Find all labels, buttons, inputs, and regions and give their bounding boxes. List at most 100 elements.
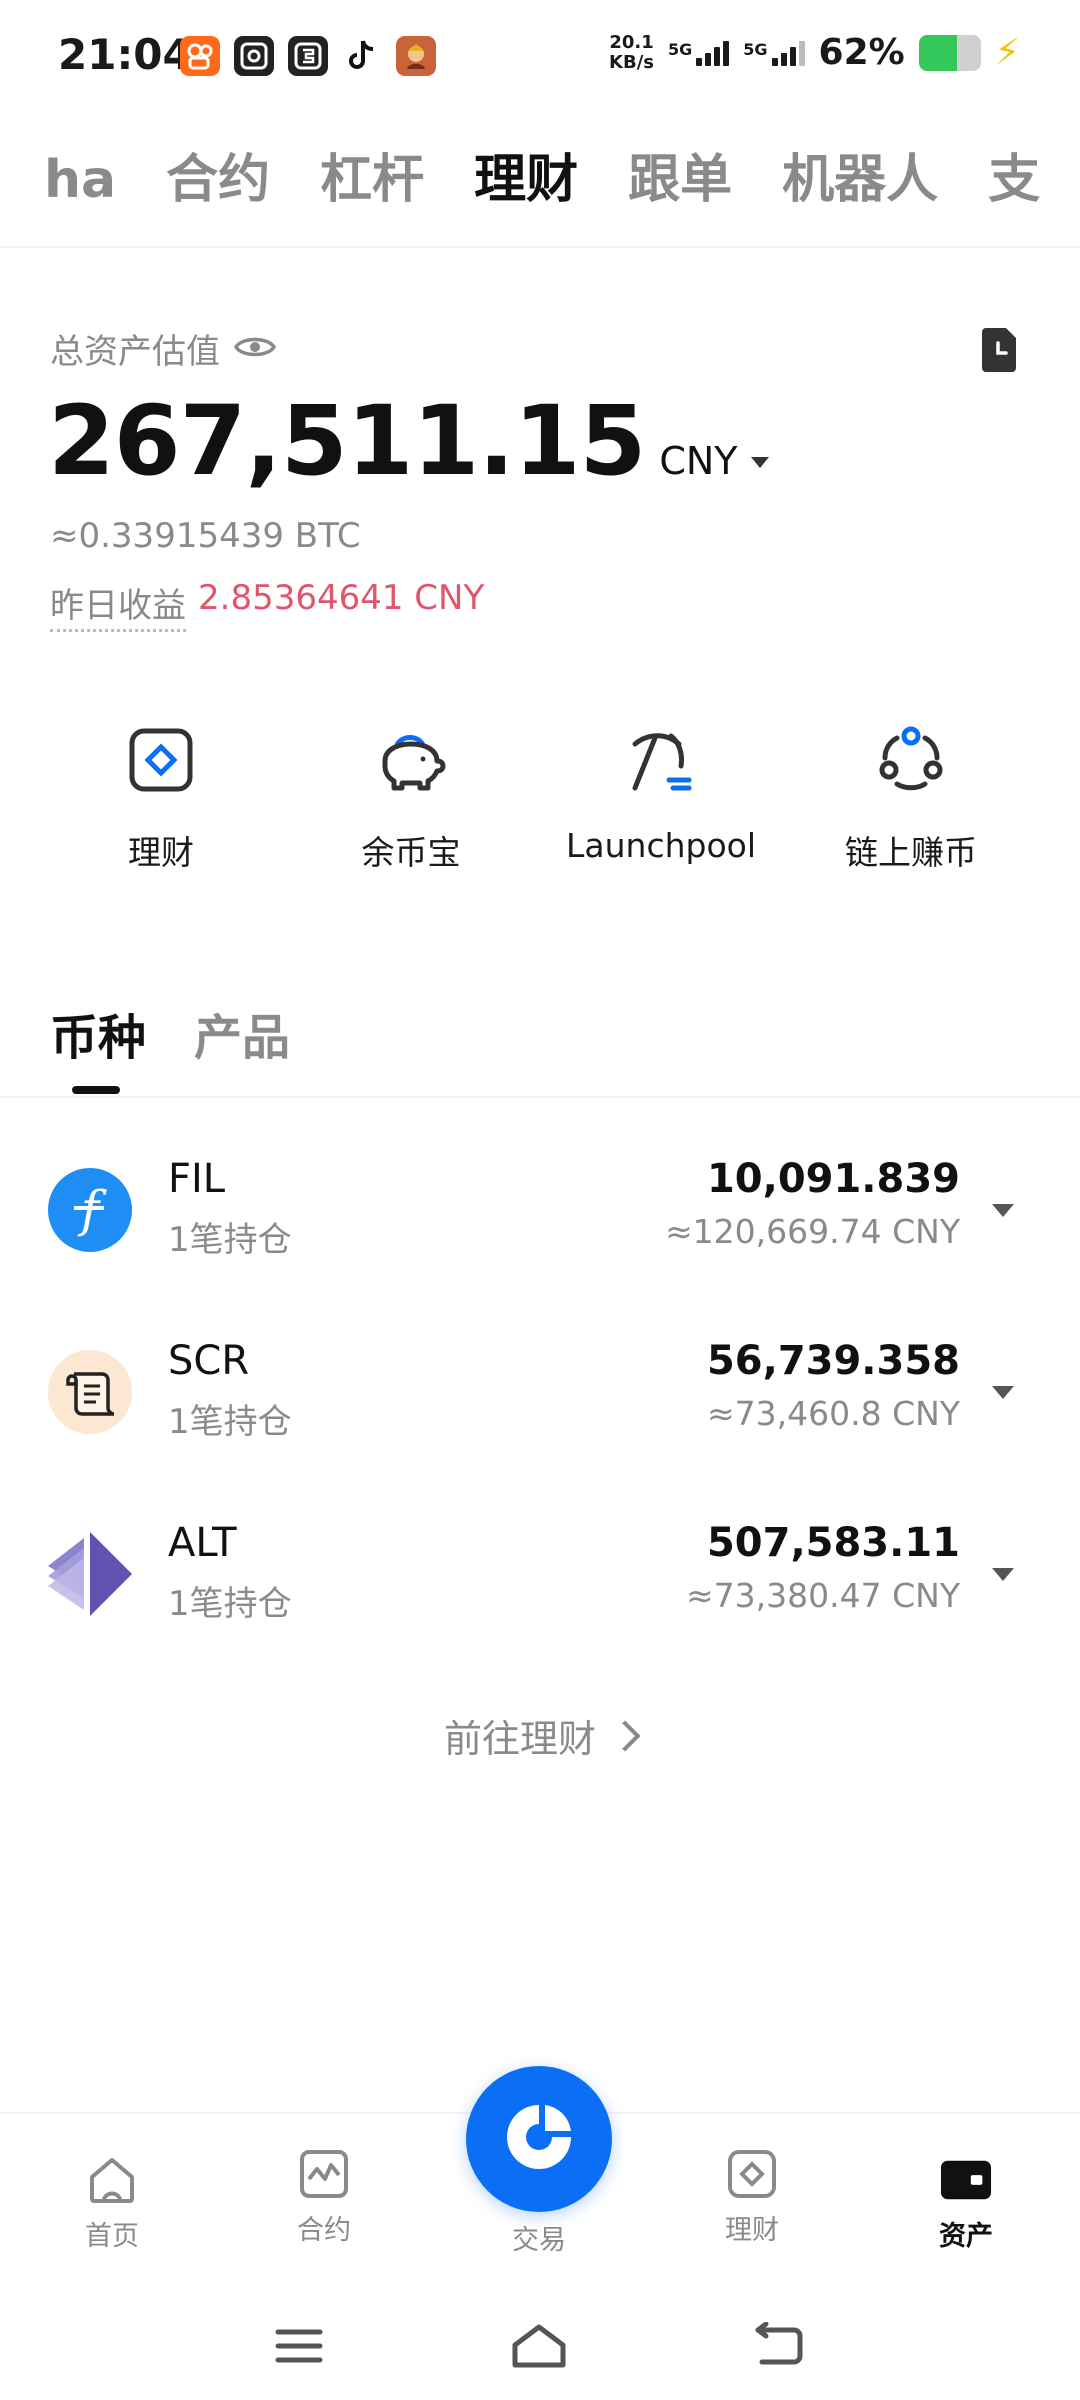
asset-value-row: 267,511.15 CNY (48, 385, 770, 497)
nav-futures[interactable]: 合约 (244, 2148, 404, 2247)
nav-label: 资产 (939, 2221, 993, 2252)
top-tab[interactable]: 杠杆 (320, 140, 424, 220)
trade-label: 交易 (512, 2225, 566, 2256)
quick-action-finance[interactable]: 理财 (36, 720, 286, 874)
coin-amount: 507,583.11 (706, 1520, 960, 1566)
holding-row-fil[interactable]: f FIL 1笔持仓 10,091.839 ≈120,669.74 CNY (0, 1156, 1080, 1286)
finance-icon (726, 2148, 778, 2200)
charging-bolt-icon: ⚡ (994, 32, 1020, 73)
goto-finance-link[interactable]: 前往理财 (0, 1708, 1080, 1763)
tab-products[interactable]: 产品 (194, 998, 290, 1068)
top-tab[interactable]: ha (44, 140, 116, 220)
system-nav-bar (0, 2290, 1080, 2400)
divider (0, 246, 1080, 248)
expand-caret-icon[interactable] (992, 1386, 1014, 1399)
browser-icon (234, 36, 274, 76)
top-tab[interactable]: 支 (988, 140, 1040, 220)
quick-action-label: 链上赚币 (845, 833, 977, 872)
coin-symbol: SCR (168, 1338, 250, 1384)
coin-value: ≈73,460.8 CNY (707, 1394, 960, 1433)
top-tab[interactable]: 机器人 (782, 140, 938, 220)
yesterday-earnings-row: 昨日收益 2.85364641 CNY (50, 578, 484, 632)
piggy-bank-icon (371, 720, 451, 800)
caret-down-icon (751, 457, 770, 468)
pickaxe-icon (621, 720, 701, 800)
holdings-tab-bar: 币种 产品 (50, 998, 290, 1068)
back-icon[interactable] (744, 2316, 814, 2376)
altlayer-coin-icon (48, 1532, 132, 1616)
quick-action-launchpool[interactable]: Launchpool (536, 720, 786, 874)
coin-amount: 10,091.839 (706, 1156, 960, 1202)
btc-equivalent: ≈0.33915439 BTC (50, 516, 361, 556)
eye-icon[interactable] (233, 334, 277, 364)
scroll-coin-icon (48, 1350, 132, 1434)
yesterday-earnings-label[interactable]: 昨日收益 (50, 578, 186, 632)
quick-actions: 理财 余币宝 Launchpool 链上赚币 (0, 720, 1080, 874)
trade-icon (499, 2097, 579, 2181)
coin-symbol: ALT (168, 1520, 237, 1566)
coin-symbol: FIL (168, 1156, 226, 1202)
quick-action-label: Launchpool (566, 826, 756, 865)
app-icon (288, 36, 328, 76)
asset-label-row: 总资产估值 (50, 324, 277, 373)
fil-coin-icon: f (48, 1168, 132, 1252)
menu-icon[interactable] (264, 2316, 334, 2376)
active-tab-indicator (72, 1086, 120, 1094)
top-tab-bar: ha 合约 杠杆 理财 跟单 机器人支 (0, 140, 1080, 246)
battery-percent: 62% (818, 32, 905, 73)
kuaishou-icon (180, 36, 220, 76)
history-record-icon[interactable] (978, 326, 1020, 374)
status-right: 20.1 KB/s 5G 5G 62% ⚡ (609, 32, 1020, 73)
total-asset-label: 总资产估值 (50, 332, 220, 372)
coin-positions: 1笔持仓 (168, 1402, 292, 1442)
futures-chart-icon (298, 2148, 350, 2200)
nav-home[interactable]: 首页 (32, 2154, 192, 2253)
currency-label: CNY (659, 439, 738, 483)
top-tabs-scroll[interactable]: ha 合约 杠杆 理财 跟单 机器人支 (44, 140, 1040, 220)
signal-bars-icon (696, 40, 730, 66)
signal-sim2: 5G (743, 39, 805, 66)
top-tab[interactable]: 合约 (166, 140, 270, 220)
status-time: 21:04 (58, 30, 192, 79)
nav-label: 理财 (725, 2215, 779, 2246)
nav-assets[interactable]: 资产 (886, 2154, 1046, 2253)
currency-selector[interactable]: CNY (659, 439, 770, 483)
coin-value: ≈120,669.74 CNY (665, 1212, 960, 1251)
nav-label: 合约 (297, 2215, 351, 2246)
finance-icon (121, 720, 201, 800)
game-icon (396, 36, 436, 76)
home-button-icon[interactable] (504, 2316, 574, 2376)
sim2-label: 5G (743, 39, 768, 59)
net-speed-unit: KB/s (609, 51, 655, 73)
top-tab[interactable]: 跟单 (628, 140, 732, 220)
quick-action-savings[interactable]: 余币宝 (286, 720, 536, 874)
net-speed-value: 20.1 (609, 31, 654, 53)
home-icon (86, 2154, 138, 2206)
quick-action-onchain-earn[interactable]: 链上赚币 (786, 720, 1036, 874)
quick-action-label: 理财 (128, 833, 194, 872)
net-speed: 20.1 KB/s (609, 31, 655, 73)
holding-row-scr[interactable]: SCR 1笔持仓 56,739.358 ≈73,460.8 CNY (0, 1338, 1080, 1468)
total-asset-value: 267,511.15 (48, 385, 646, 497)
signal-bars-icon (771, 40, 805, 66)
quick-action-label: 余币宝 (361, 833, 461, 872)
chevron-right-icon (609, 1719, 641, 1752)
coin-positions: 1笔持仓 (168, 1220, 292, 1260)
nav-label: 首页 (85, 2221, 139, 2252)
nav-finance[interactable]: 理财 (672, 2148, 832, 2247)
holding-row-alt[interactable]: ALT 1笔持仓 507,583.11 ≈73,380.47 CNY (0, 1520, 1080, 1650)
onchain-earn-icon (871, 720, 951, 800)
trade-button[interactable] (466, 2066, 612, 2212)
notification-icons (180, 36, 436, 76)
expand-caret-icon[interactable] (992, 1568, 1014, 1581)
divider (0, 1096, 1080, 1098)
top-tab[interactable]: 理财 (474, 140, 578, 220)
battery-icon (918, 34, 981, 71)
coin-positions: 1笔持仓 (168, 1584, 292, 1624)
coin-amount: 56,739.358 (706, 1338, 960, 1384)
wallet-icon (940, 2154, 992, 2206)
signal-sim1: 5G (668, 40, 730, 66)
expand-caret-icon[interactable] (992, 1204, 1014, 1217)
tab-coins[interactable]: 币种 (50, 998, 146, 1068)
goto-finance-label: 前往理财 (443, 1717, 596, 1761)
